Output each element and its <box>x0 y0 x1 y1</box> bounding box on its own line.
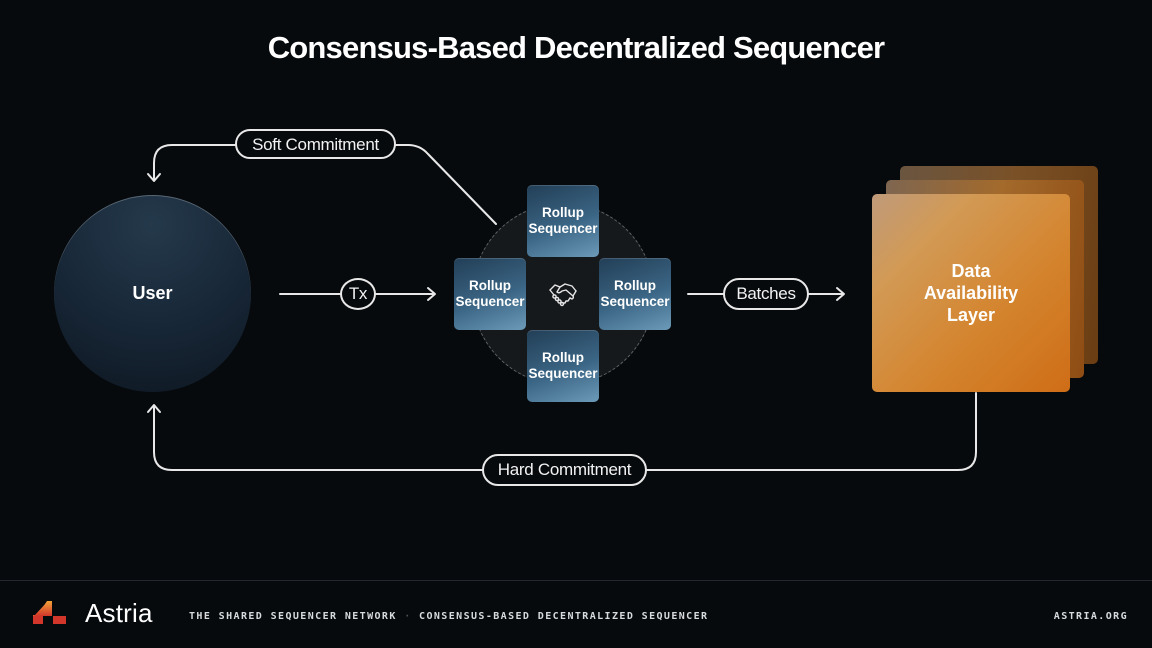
sequencer-label: Sequencer <box>528 366 598 381</box>
batches-label: Batches <box>723 278 809 310</box>
rollup-sequencer-bottom: Rollup Sequencer <box>527 330 599 402</box>
footer-url-link[interactable]: ASTRIA.ORG <box>1054 611 1128 622</box>
user-label: User <box>132 283 173 303</box>
sequencer-label: Sequencer <box>528 221 598 236</box>
astria-logo-icon <box>33 601 66 624</box>
footer-divider <box>0 580 1152 581</box>
rollup-sequencer-top: Rollup Sequencer <box>527 185 599 257</box>
subtitle-text: CONSENSUS-BASED DECENTRALIZED SEQUENCER <box>419 611 709 622</box>
da-label-line3: Layer <box>946 305 996 325</box>
separator: · <box>404 611 412 622</box>
sequencer-label: Rollup <box>542 350 584 365</box>
footer-tagline: THE SHARED SEQUENCER NETWORK · CONSENSUS… <box>189 611 708 622</box>
sequencer-label: Sequencer <box>600 294 670 309</box>
user-node: User <box>54 195 251 392</box>
tx-label: Tx <box>340 278 376 310</box>
brand-name: Astria <box>85 598 153 628</box>
sequencer-label: Rollup <box>542 205 584 220</box>
handshake-icon <box>549 283 577 307</box>
rollup-sequencer-left: Rollup Sequencer <box>454 258 526 330</box>
da-label-line1: Data <box>951 261 991 281</box>
da-label-line2: Availability <box>923 283 1019 303</box>
rollup-sequencer-right: Rollup Sequencer <box>599 258 671 330</box>
tagline-text: THE SHARED SEQUENCER NETWORK <box>189 611 397 622</box>
hard-commitment-label: Hard Commitment <box>482 454 647 486</box>
sequencer-label: Rollup <box>614 278 656 293</box>
sequencer-label: Rollup <box>469 278 511 293</box>
data-availability-layer-node: Data Availability Layer <box>872 194 1070 392</box>
soft-commitment-label: Soft Commitment <box>235 129 396 159</box>
sequencer-label: Sequencer <box>455 294 525 309</box>
